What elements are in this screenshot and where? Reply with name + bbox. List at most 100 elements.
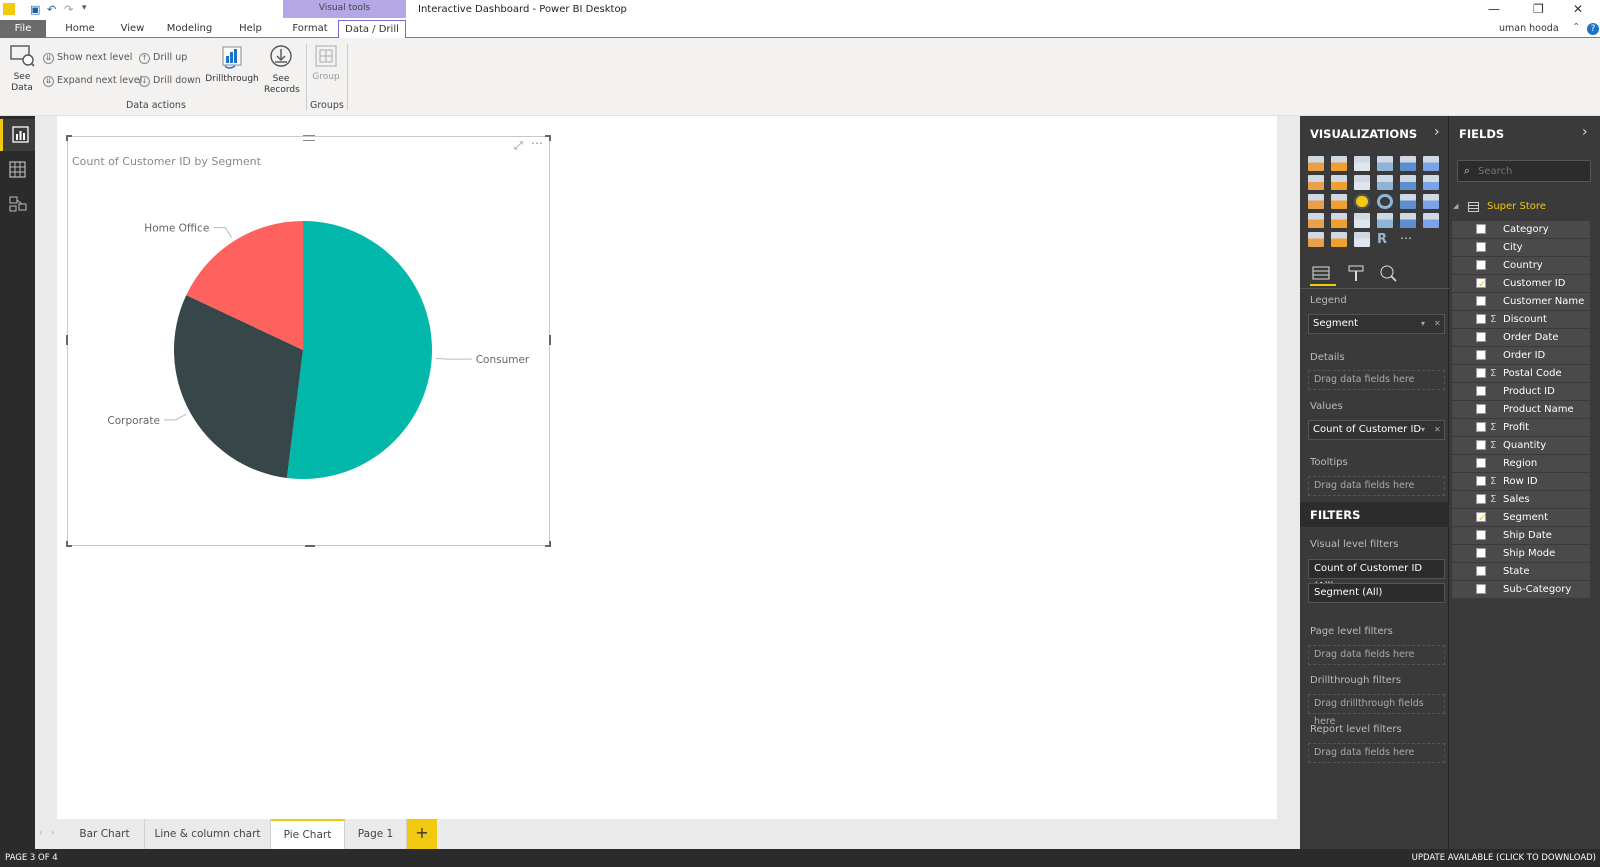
stacked-bar-visual-icon[interactable] [1308,156,1324,171]
values-remove-icon[interactable]: ✕ [1434,421,1441,439]
line-column-visual-icon[interactable] [1377,175,1393,190]
legend-dropdown-icon[interactable]: ▾ [1421,315,1425,333]
funnel-visual-icon[interactable] [1331,213,1347,228]
minimize-icon[interactable]: — [1488,2,1500,16]
field-item[interactable]: City [1452,239,1590,256]
donut-visual-icon[interactable] [1377,194,1393,209]
drillthrough-button[interactable]: Drillthrough [205,44,259,85]
checkbox-icon[interactable] [1476,440,1486,450]
fields-well-tab[interactable] [1310,264,1336,286]
checkbox-icon[interactable] [1476,584,1486,594]
stacked-area-visual-icon[interactable] [1354,175,1370,190]
page-tab-page-1[interactable]: Page 1 [345,819,407,849]
checkbox-icon[interactable] [1476,494,1486,504]
field-item[interactable]: State [1452,563,1590,580]
line-visual-icon[interactable] [1308,175,1324,190]
gauge-visual-icon[interactable] [1354,213,1370,228]
area-visual-icon[interactable] [1331,175,1347,190]
legend-remove-icon[interactable]: ✕ [1434,315,1441,333]
field-item[interactable]: Σ Sales [1452,491,1590,508]
ribbon-visual-icon[interactable] [1423,175,1439,190]
checkbox-icon[interactable] [1476,458,1486,468]
clustered-bar-visual-icon[interactable] [1354,156,1370,171]
tab-file[interactable]: File [0,20,46,38]
collapse-ribbon-icon[interactable]: ⌃ [1572,22,1580,33]
100-bar-visual-icon[interactable] [1400,156,1416,171]
more-visual-icon[interactable]: ⋯ [1400,232,1416,247]
collapse-fields-icon[interactable]: › [1582,124,1588,140]
values-field[interactable]: Count of Customer ID ▾ ✕ [1308,420,1445,440]
expand-table-icon[interactable]: ◢ [1453,202,1458,210]
legend-field[interactable]: Segment ▾ ✕ [1308,314,1445,334]
checkbox-icon[interactable] [1476,296,1486,306]
drill-down-button[interactable]: ↓ Drill down [139,75,201,87]
tab-format[interactable]: Format [290,20,330,38]
checkbox-icon[interactable] [1476,224,1486,234]
pie-slice-consumer[interactable] [286,221,433,479]
field-item[interactable]: Order ID [1452,347,1590,364]
pie-chart-visual[interactable]: ⤢ ⋯ Count of Customer ID by Segment Cons… [66,135,551,547]
checkbox-icon[interactable] [1476,314,1486,324]
stacked-column-visual-icon[interactable] [1331,156,1347,171]
relationships-view-button[interactable] [0,188,35,220]
tab-view[interactable]: View [115,20,150,38]
filled-map-visual-icon[interactable] [1308,213,1324,228]
checkbox-icon[interactable] [1476,548,1486,558]
analytics-tab[interactable] [1378,264,1402,286]
field-item[interactable]: Sub-Category [1452,581,1590,598]
format-tab[interactable] [1345,264,1369,286]
r-visual-visual-icon[interactable]: R [1377,232,1393,247]
data-view-button[interactable] [0,154,35,186]
field-item[interactable]: Customer Name [1452,293,1590,310]
tooltips-drop-zone[interactable]: Drag data fields here [1308,476,1445,496]
table-visual-icon[interactable] [1331,232,1347,247]
report-view-button[interactable] [0,119,35,151]
customize-qat-icon[interactable]: ▾ [82,3,87,13]
checkbox-icon[interactable] [1476,530,1486,540]
report-filters-drop-zone[interactable]: Drag data fields here [1308,743,1445,763]
pie-visual-icon[interactable] [1354,194,1370,209]
search-input[interactable] [1478,163,1586,179]
drill-up-button[interactable]: ↑ Drill up [139,52,187,64]
field-item[interactable]: Product Name [1452,401,1590,418]
filter-segment[interactable]: Segment (All) [1308,583,1445,603]
tab-data-drill[interactable]: Data / Drill [338,20,406,39]
field-item[interactable]: ✓ Customer ID [1452,275,1590,292]
restore-icon[interactable]: ❐ [1533,2,1544,16]
checkbox-icon[interactable] [1476,368,1486,378]
checkbox-icon[interactable] [1476,332,1486,342]
tab-modeling[interactable]: Modeling [162,20,217,38]
field-item[interactable]: Category [1452,221,1590,238]
update-available-link[interactable]: UPDATE AVAILABLE (CLICK TO DOWNLOAD) [1412,849,1596,867]
checkbox-icon[interactable] [1476,260,1486,270]
checkbox-checked-icon[interactable]: ✓ [1476,278,1486,290]
tab-home[interactable]: Home [60,20,100,38]
see-data-button[interactable]: See Data [7,44,37,94]
page-tab-pie-chart[interactable]: Pie Chart [271,819,345,849]
fields-search-box[interactable]: ⌕ [1457,160,1591,182]
checkbox-icon[interactable] [1476,566,1486,576]
scatter-visual-icon[interactable] [1331,194,1347,209]
filter-count-customer-id[interactable]: Count of Customer ID (All) [1308,559,1445,592]
tab-help[interactable]: Help [233,20,268,38]
values-dropdown-icon[interactable]: ▾ [1421,421,1425,439]
field-item[interactable]: Product ID [1452,383,1590,400]
show-next-level-button[interactable]: ⇊ Show next level [43,52,132,64]
details-drop-zone[interactable]: Drag data fields here [1308,370,1445,390]
field-item[interactable]: ✓ Segment [1452,509,1590,526]
save-icon[interactable]: ▣ [30,3,40,16]
field-item[interactable]: Region [1452,455,1590,472]
waterfall-visual-icon[interactable] [1308,194,1324,209]
treemap-visual-icon[interactable] [1400,194,1416,209]
field-item[interactable]: Country [1452,257,1590,274]
100-column-visual-icon[interactable] [1423,156,1439,171]
checkbox-icon[interactable] [1476,404,1486,414]
checkbox-icon[interactable] [1476,386,1486,396]
table-name[interactable]: Super Store [1487,201,1546,212]
checkbox-icon[interactable] [1476,350,1486,360]
checkbox-icon[interactable] [1476,422,1486,432]
expand-next-level-button[interactable]: ⇊ Expand next level [43,75,142,87]
field-item[interactable]: Σ Row ID [1452,473,1590,490]
map-visual-icon[interactable] [1423,194,1439,209]
group-button[interactable]: Group [311,44,341,83]
